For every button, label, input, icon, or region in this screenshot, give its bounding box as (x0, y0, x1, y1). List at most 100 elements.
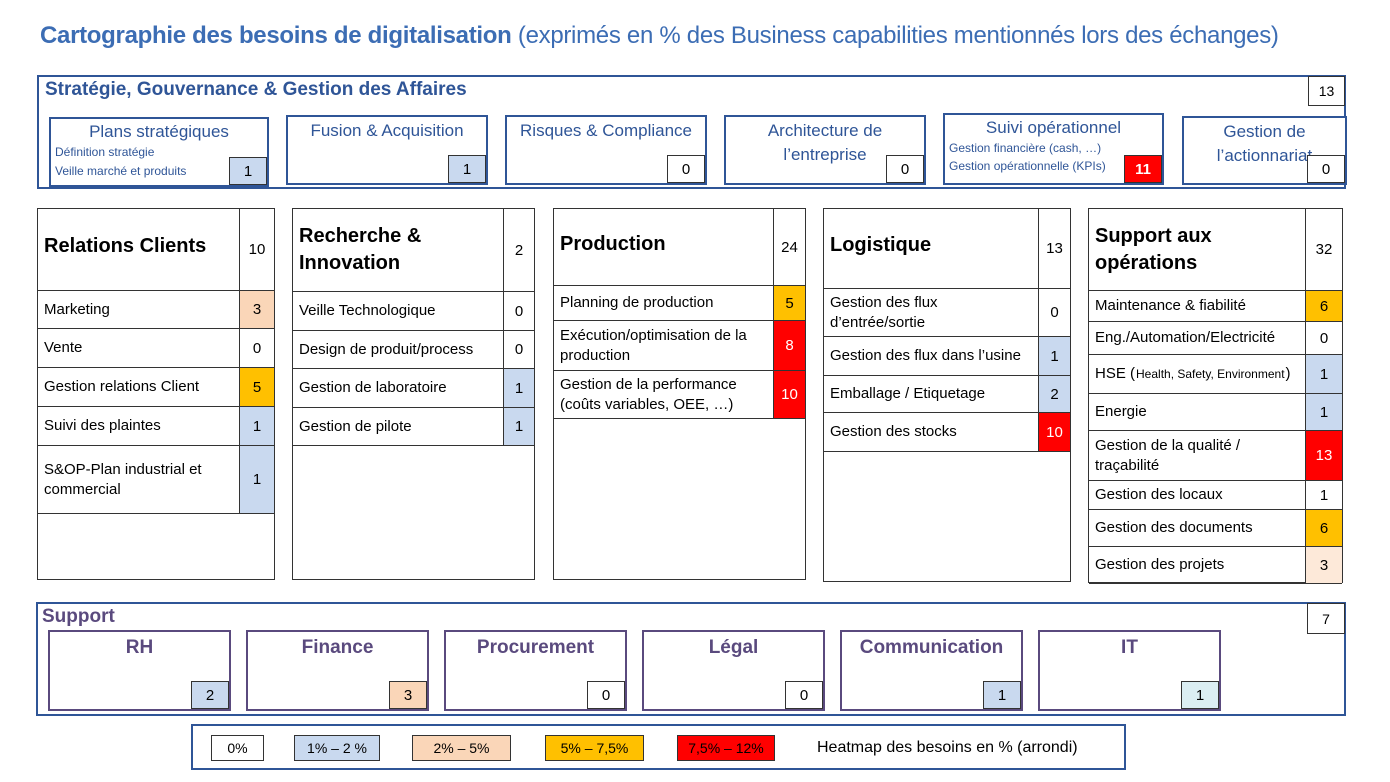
capability-value: 3 (239, 291, 274, 328)
support-value: 0 (785, 681, 823, 709)
capability-row: Planning de production 5 (554, 286, 805, 321)
capability-row: Gestion des documents 6 (1089, 510, 1342, 547)
capability-value: 3 (1305, 547, 1342, 583)
capability-row: HSE (Health, Safety, Environment) 1 (1089, 355, 1342, 394)
legend: Heatmap des besoins en % (arrondi) 0% 1% … (191, 724, 1126, 770)
support-value: 1 (983, 681, 1021, 709)
capability-label: S&OP-Plan industrial et commercial (44, 460, 202, 498)
capability-value: 0 (503, 292, 534, 330)
capability-value: 1 (239, 407, 274, 445)
capability-value: 0 (1038, 289, 1070, 336)
capability-label: Marketing (44, 300, 110, 318)
capability-column: Relations Clients 10 Marketing 3 Vente 0 Gesti… (37, 208, 275, 580)
capability-label: Gestion des locaux (1095, 486, 1223, 503)
capability-label: Gestion de laboratoire (299, 379, 447, 396)
capability-value: 0 (1305, 322, 1342, 354)
capability-value: 5 (239, 368, 274, 406)
support-name: Légal (708, 637, 759, 658)
support-box: Finance 3 (246, 630, 429, 711)
support-title: Support (42, 606, 115, 627)
capability-column: Recherche & Innovation 2 Veille Technologi… (292, 208, 535, 580)
capability-row: S&OP-Plan industrial et commercial 1 (38, 446, 274, 514)
capability-box: Risques & Compliance 0 (505, 115, 707, 185)
support-value: 3 (389, 681, 427, 709)
title-main: Cartographie des besoins de digitalisati… (40, 22, 512, 49)
legend-swatch: 7,5% – 12% (677, 735, 775, 761)
support-total: 7 (1307, 603, 1345, 634)
capability-value: 11 (1124, 155, 1162, 183)
column-header: Relations Clients 10 (38, 209, 274, 291)
capability-label: Gestion de la performance (coûts variabl… (560, 375, 737, 413)
support-section: Support 7 RH 2 Finance 3 Procurement 0 Légal 0 C… (36, 602, 1346, 716)
capability-label: Gestion relations Client (44, 378, 200, 395)
label-end: ) (1285, 365, 1291, 382)
legend-swatch: 5% – 7,5% (545, 735, 644, 761)
capability-value: 1 (503, 408, 534, 445)
column-header: Production 24 (554, 209, 805, 286)
capability-column: Logistique 13 Gestion des flux d’entrée/so… (823, 208, 1071, 582)
capability-label: Planning de production (560, 294, 714, 311)
support-box: RH 2 (48, 630, 231, 711)
legend-swatch: 1% – 2 % (294, 735, 380, 761)
capability-label: Gestion des projets (1095, 556, 1225, 573)
capability-row: Gestion relations Client 5 (38, 368, 274, 407)
support-value: 1 (1181, 681, 1219, 709)
capability-column: Production 24 Planning de production 5 Exécu… (553, 208, 806, 580)
capability-label: Gestion des stocks (830, 423, 957, 440)
capability-box: Architecture de l’entreprise 0 (724, 115, 926, 185)
capability-label: Eng./Automation/Electricité (1095, 329, 1276, 346)
column-total: 10 (239, 209, 274, 290)
capability-value: 0 (503, 331, 534, 368)
capability-row: Vente 0 (38, 329, 274, 368)
capability-box: Plans stratégiques Définition stratégie Ve… (49, 117, 269, 187)
capability-row: Eng./Automation/Electricité 0 (1089, 322, 1342, 355)
capability-label: Design de produit/process (299, 340, 474, 358)
capability-label: Gestion de la qualité / traçabilité (1095, 436, 1241, 474)
capability-value: 10 (1038, 413, 1070, 451)
capability-name: Plans stratégiques (89, 122, 229, 141)
capability-value: 6 (1305, 291, 1342, 321)
support-name: Finance (301, 637, 374, 658)
capability-value: 10 (773, 371, 805, 418)
capability-value: 1 (448, 155, 486, 183)
capability-value: 1 (1305, 394, 1342, 430)
capability-row: Gestion des locaux 1 (1089, 481, 1342, 510)
legend-swatch: 0% (211, 735, 264, 761)
capability-label: Maintenance & fiabilité (1095, 297, 1246, 314)
label-text: HSE ( (1095, 365, 1136, 382)
support-name: Procurement (476, 637, 595, 658)
capability-name: Suivi opérationnel (985, 118, 1122, 137)
title-subtitle: (exprimés en % des Business capabilities… (517, 22, 1279, 49)
capability-label: HSE (Health, Safety, Environment) (1089, 355, 1305, 393)
capability-value: 0 (886, 155, 924, 183)
capability-value: 2 (1038, 376, 1070, 412)
capability-label: Gestion des flux dans l’usine (830, 347, 1021, 364)
support-box: Communication 1 (840, 630, 1023, 711)
capability-value: 0 (1307, 155, 1345, 183)
capability-value: 0 (667, 155, 705, 183)
capability-row: Emballage / Etiquetage 2 (824, 376, 1070, 413)
capability-label: Exécution/optimisation de la production (560, 326, 747, 364)
capability-box: Suivi opérationnel Gestion financière (ca… (943, 113, 1164, 185)
column-total: 13 (1038, 209, 1070, 288)
capability-name: Fusion & Acquisition (310, 121, 464, 140)
capability-label: Suivi des plaintes (44, 417, 161, 434)
capability-row: Veille Technologique 0 (293, 292, 534, 331)
capability-row: Energie 1 (1089, 394, 1342, 431)
capability-row: Gestion des projets 3 (1089, 547, 1342, 584)
capability-label: Vente (44, 339, 83, 356)
column-header: Recherche & Innovation 2 (293, 209, 534, 292)
legend-text: Heatmap des besoins en % (arrondi) (817, 739, 1078, 756)
column-header: Logistique 13 (824, 209, 1070, 289)
capability-row: Gestion de la performance (coûts variabl… (554, 371, 805, 419)
column-header: Support aux opérations 32 (1089, 209, 1342, 291)
capability-row: Suivi des plaintes 1 (38, 407, 274, 446)
column-total: 32 (1305, 209, 1342, 290)
capability-row: Maintenance & fiabilité 6 (1089, 291, 1342, 322)
support-value: 0 (587, 681, 625, 709)
capability-value: 0 (239, 329, 274, 367)
capability-label: Emballage / Etiquetage (830, 385, 986, 402)
capability-value: 1 (239, 446, 274, 513)
capability-value: 13 (1305, 431, 1342, 480)
support-name: RH (125, 637, 154, 658)
